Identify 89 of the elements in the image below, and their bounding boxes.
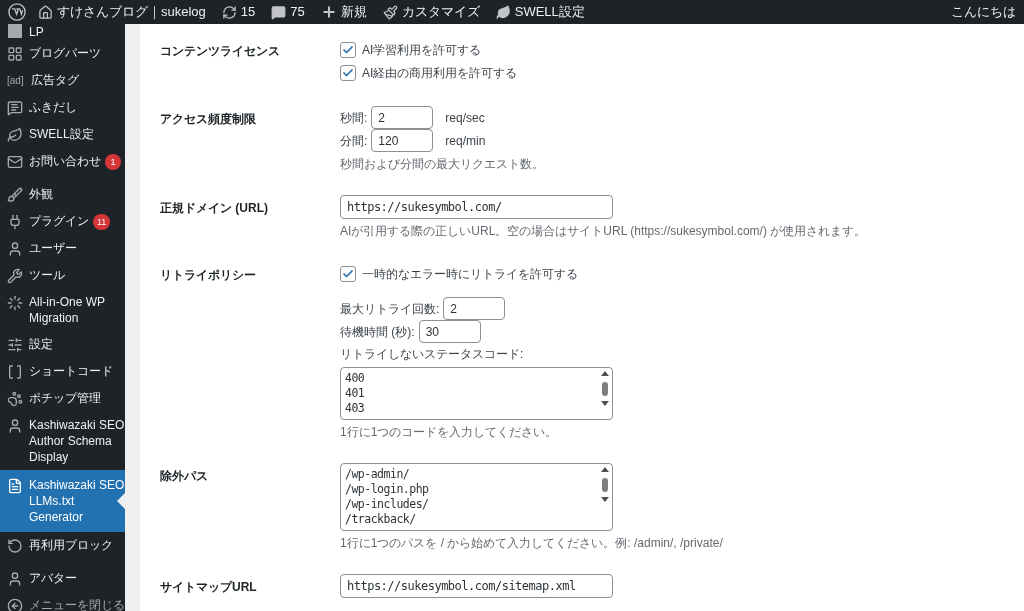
- grid-icon: [7, 46, 23, 62]
- menu-item[interactable]: [ad] 広告タグ: [0, 67, 125, 94]
- url-field[interactable]: https://sukesymbol.com/: [340, 195, 613, 219]
- paw-icon: [7, 391, 23, 407]
- plug-icon: [7, 214, 23, 230]
- checkbox[interactable]: [340, 64, 356, 81]
- textarea-field[interactable]: 400 401 403: [340, 367, 613, 420]
- setting-label: 除外パス: [160, 468, 209, 485]
- comments-link[interactable]: 75: [263, 0, 313, 24]
- checkbox-label: AI学習利用を許可する: [362, 41, 482, 59]
- count-badge: 1: [105, 154, 121, 170]
- comment-icon: [271, 4, 287, 20]
- checkbox-label: AI経由の商用利用を許可する: [362, 64, 518, 82]
- refresh-icon: [221, 4, 237, 20]
- check-icon: [342, 66, 354, 79]
- menu-item[interactable]: ユーザー: [0, 235, 125, 262]
- field-label: 分間:: [340, 132, 368, 150]
- setting-label: リトライポリシー: [160, 267, 257, 284]
- unit-label: req/sec: [445, 109, 485, 127]
- checkbox-label: 一時的なエラー時にリトライを許可する: [362, 265, 578, 283]
- help-text: 秒間および分間の最大リクエスト数。: [340, 156, 544, 173]
- checkbox[interactable]: [340, 41, 356, 58]
- menu-item[interactable]: Kashiwazaki SEO LLMs.txt Generator: [0, 470, 125, 532]
- sliders-icon: [7, 337, 23, 353]
- menu-item[interactable]: ふきだし: [0, 94, 125, 121]
- number-field[interactable]: 2: [371, 106, 434, 129]
- wordpress-logo-icon[interactable]: [8, 3, 26, 21]
- menu-item[interactable]: LP: [0, 24, 125, 40]
- help-text: AIが引用する際の正しいURL。空の場合はサイトURL (https://sukesymbol.com/) が使用されます。: [340, 223, 867, 240]
- plus-icon: [320, 4, 337, 20]
- menu-item[interactable]: ツール: [0, 262, 125, 289]
- help-text: 1行に1つのパスを / から始めて入力してください。例: /admin/, /private/: [340, 535, 723, 552]
- menu-item[interactable]: All-in-One WP Migration: [0, 289, 125, 331]
- brackets-icon: [7, 364, 23, 380]
- menu-item[interactable]: ポチップ管理: [0, 385, 125, 412]
- setting-label: アクセス頻度制限: [160, 111, 257, 128]
- updates-link[interactable]: 15: [213, 0, 264, 24]
- field-label: 秒間:: [340, 109, 368, 127]
- current-arrow-icon: [117, 493, 125, 509]
- checkbox[interactable]: [340, 265, 356, 282]
- user-icon: [7, 571, 23, 587]
- swell-link[interactable]: SWELL設定: [487, 0, 593, 24]
- textarea-field[interactable]: /wp-admin/ /wp-login.php /wp-includes/ /trackback/: [340, 463, 613, 531]
- square-icon: [8, 24, 22, 38]
- setting-label: コンテンツライセンス: [160, 43, 281, 60]
- leaf-icon: [7, 127, 23, 143]
- menu-item[interactable]: 再利用ブロック: [0, 532, 125, 559]
- setting-label: 正規ドメイン (URL): [160, 200, 269, 217]
- number-field[interactable]: 2: [443, 297, 506, 320]
- setting-label: サイトマップURL: [160, 579, 258, 596]
- help-text: 1行に1つのコードを入力してください。: [340, 424, 559, 441]
- menu-item[interactable]: お問い合わせ 1: [0, 148, 125, 175]
- leaf-icon: [495, 4, 511, 20]
- number-field[interactable]: 120: [371, 129, 434, 152]
- greeting[interactable]: こんにちは: [951, 2, 1020, 22]
- site-name-link[interactable]: すけさんブログ｜sukelog: [30, 0, 214, 24]
- undo-icon: [7, 538, 23, 554]
- home-icon: [38, 4, 53, 20]
- field-label: 最大リトライ回数:: [340, 300, 440, 318]
- wrench-icon: [7, 268, 23, 284]
- unit-label: req/min: [445, 132, 486, 150]
- menu-item[interactable]: ショートコード: [0, 358, 125, 385]
- field-label: リトライしないステータスコード:: [340, 346, 525, 363]
- menu-item[interactable]: プラグイン 11: [0, 208, 125, 235]
- ad-icon: [ad]: [7, 72, 25, 89]
- mail-icon: [7, 154, 23, 170]
- brush-icon: [382, 4, 398, 20]
- user-icon: [7, 418, 23, 434]
- collapse-icon: [7, 598, 23, 611]
- number-field[interactable]: 30: [418, 320, 481, 343]
- menu-item[interactable]: 外観: [0, 181, 125, 208]
- customize-link[interactable]: カスタマイズ: [374, 0, 488, 24]
- menu-item[interactable]: アバター: [0, 565, 125, 592]
- menu-item[interactable]: Kashiwazaki SEO Author Schema Display: [0, 412, 125, 470]
- menu-item[interactable]: SWELL設定: [0, 121, 125, 148]
- user-icon: [7, 241, 23, 257]
- count-badge: 11: [93, 214, 111, 230]
- menu-item[interactable]: メニューを閉じる: [0, 592, 125, 611]
- document-icon: [7, 478, 23, 494]
- menu-item[interactable]: ブログパーツ: [0, 40, 125, 67]
- new-link[interactable]: 新規: [312, 0, 375, 24]
- menu-item[interactable]: 設定: [0, 331, 125, 358]
- field-label: 待機時間 (秒):: [340, 323, 415, 341]
- check-icon: [342, 43, 354, 56]
- speech-bubble-icon: [7, 100, 23, 116]
- spinner-icon: [7, 295, 23, 311]
- check-icon: [342, 267, 354, 280]
- brush-icon: [7, 187, 23, 203]
- url-field[interactable]: https://sukesymbol.com/sitemap.xml: [340, 574, 613, 598]
